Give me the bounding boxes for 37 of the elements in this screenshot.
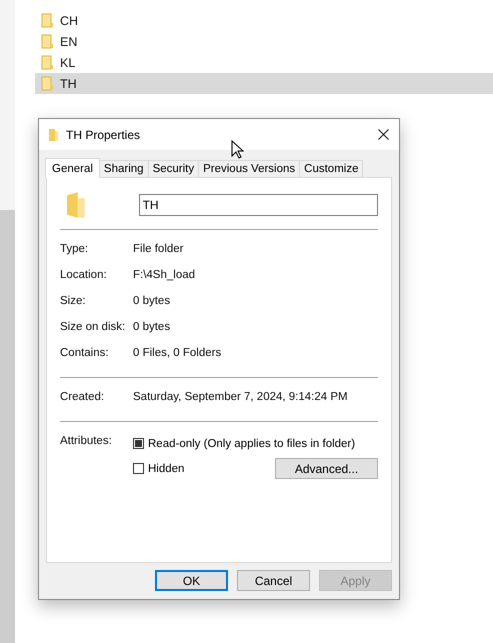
property-value: 0 bytes	[133, 295, 170, 307]
checkbox-label: Read-only (Only applies to files in folder)	[148, 438, 356, 450]
property-label: Size on disk:	[60, 321, 126, 333]
folder-icon	[41, 55, 54, 70]
property-label: Contains:	[60, 347, 110, 359]
property-label: Size:	[60, 295, 87, 307]
tab[interactable]: Sharing	[98, 160, 149, 177]
folder-icon	[41, 34, 54, 49]
checkbox[interactable]	[133, 463, 144, 474]
tab[interactable]: General	[45, 158, 100, 178]
property-value: File folder	[133, 243, 184, 255]
dialog-button[interactable]: OK	[155, 570, 228, 591]
advanced-button[interactable]: Advanced...	[275, 458, 378, 479]
attributes-label: Attributes:	[60, 435, 113, 449]
property-value: F:\4Sh_load	[133, 269, 196, 281]
folder-icon	[49, 128, 58, 140]
tab[interactable]: Customize	[299, 160, 364, 177]
property-value: 0 Files, 0 Folders	[133, 347, 222, 359]
folder-icon	[41, 13, 54, 28]
property-label: Created:	[60, 391, 106, 403]
folder-item[interactable]: CH	[35, 10, 493, 31]
dialog-button[interactable]: Cancel	[237, 570, 310, 591]
folder-item[interactable]: EN	[35, 31, 493, 52]
name-field[interactable]: TH	[138, 194, 378, 216]
property-value: 0 bytes	[133, 321, 170, 333]
checkbox[interactable]	[133, 438, 144, 449]
property-value: Saturday, September 7, 2024, 9:14:24 PM	[133, 391, 348, 403]
close-icon[interactable]	[378, 129, 389, 140]
tab[interactable]: Security	[148, 160, 200, 177]
folder-icon	[67, 192, 85, 218]
folder-item[interactable]: TH	[35, 73, 493, 94]
property-label: Location:	[60, 269, 108, 281]
checkbox-label: Hidden	[148, 462, 184, 474]
folder-item[interactable]: KL	[35, 52, 493, 73]
property-label: Type:	[60, 243, 90, 255]
window-title: TH Properties	[66, 128, 142, 142]
folder-icon	[41, 76, 54, 91]
